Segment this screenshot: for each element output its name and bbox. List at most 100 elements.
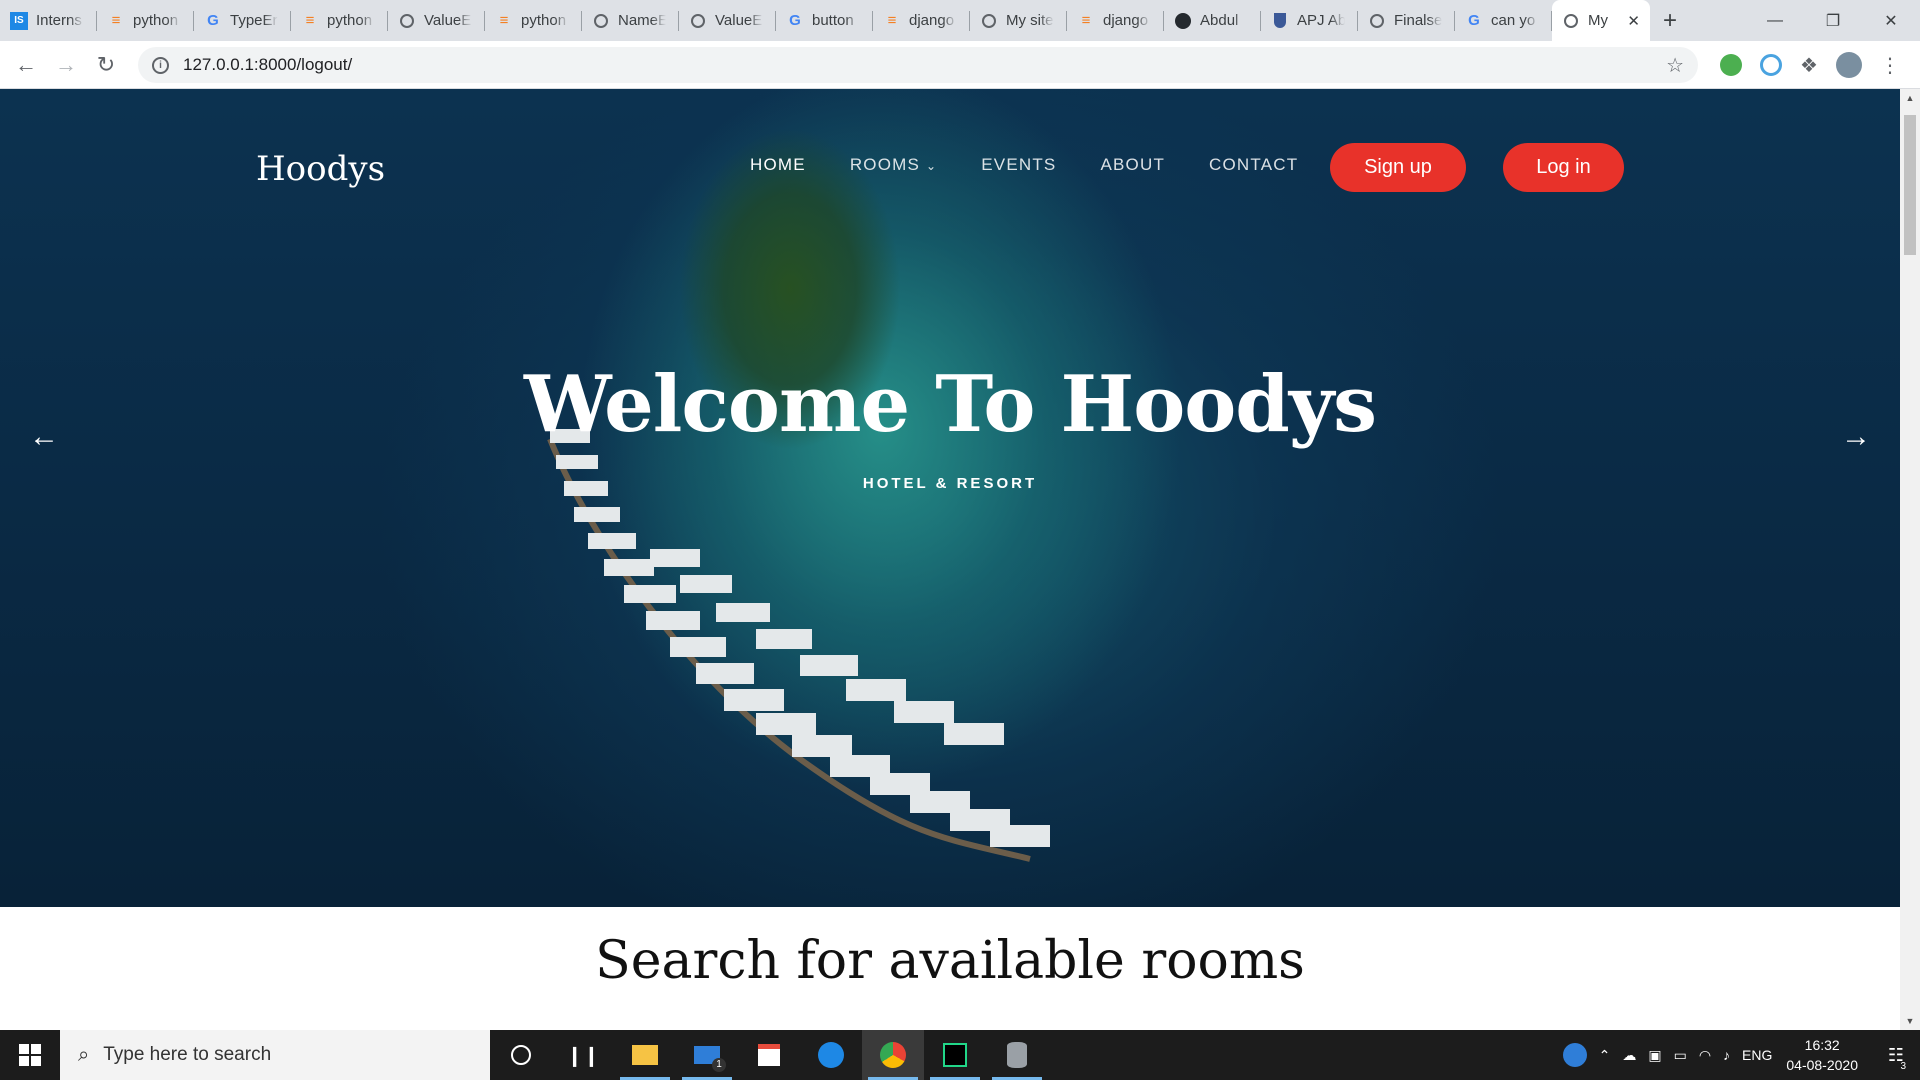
- tab-title: python: [327, 12, 373, 29]
- tab-title: TypeEr: [230, 12, 278, 29]
- browser-tab[interactable]: ≡ python: [485, 0, 582, 41]
- extension-icon[interactable]: [1720, 54, 1742, 76]
- scrollbar-thumb[interactable]: [1904, 115, 1916, 255]
- database-icon[interactable]: [986, 1030, 1048, 1080]
- back-button[interactable]: ←: [6, 45, 46, 85]
- tab-title: Abdul: [1200, 12, 1239, 29]
- bookmark-star-icon[interactable]: ☆: [1666, 53, 1684, 78]
- task-view-icon[interactable]: ❙❙: [552, 1030, 614, 1080]
- carousel-next-arrow-icon[interactable]: →: [1828, 409, 1884, 465]
- main-nav: HOME ROOMS ⌄ EVENTS ABOUT CONTACT: [750, 155, 1342, 175]
- tab-title: My site: [1006, 12, 1054, 29]
- stackoverflow-icon: ≡: [1081, 12, 1091, 29]
- file-explorer-icon[interactable]: [614, 1030, 676, 1080]
- browser-tab[interactable]: Gbutton: [776, 0, 873, 41]
- close-tab-icon[interactable]: ✕: [1627, 12, 1640, 30]
- notifications-icon[interactable]: ☷: [1872, 1045, 1920, 1066]
- browser-tab[interactable]: ValueE: [388, 0, 485, 41]
- puzzle-icon[interactable]: ❖: [1800, 53, 1818, 78]
- new-tab-button[interactable]: +: [1650, 0, 1690, 41]
- extension-icon[interactable]: [1760, 54, 1782, 76]
- menu-icon[interactable]: ⋮: [1880, 53, 1900, 78]
- clock[interactable]: 16:32 04-08-2020: [1786, 1035, 1858, 1075]
- scroll-down-icon[interactable]: ▼: [1900, 1012, 1920, 1030]
- nav-rooms-label: ROOMS: [849, 155, 921, 174]
- cloud-icon[interactable]: ☁: [1622, 1047, 1636, 1064]
- globe-icon: [1562, 12, 1580, 30]
- windows-start-icon[interactable]: [0, 1030, 60, 1080]
- taskbar-search[interactable]: ⌕ Type here to search: [60, 1030, 490, 1080]
- browser-tab[interactable]: ≡ python: [291, 0, 388, 41]
- battery-icon[interactable]: ▭: [1674, 1047, 1687, 1064]
- tab-title: button: [812, 12, 854, 29]
- volume-icon[interactable]: ♪: [1723, 1047, 1730, 1063]
- address-bar[interactable]: i 127.0.0.1:8000/logout/ ☆: [138, 47, 1698, 83]
- taskbar-search-placeholder: Type here to search: [103, 1044, 272, 1065]
- edge-icon[interactable]: [800, 1030, 862, 1080]
- minimize-button[interactable]: —: [1746, 0, 1804, 41]
- globe-icon: [1368, 12, 1386, 30]
- network-icon[interactable]: ▣: [1648, 1047, 1661, 1064]
- stackoverflow-icon: ≡: [305, 12, 315, 29]
- chevron-down-icon: ⌄: [925, 159, 938, 173]
- signup-button[interactable]: Sign up: [1330, 143, 1466, 192]
- search-section: Search for available rooms: [0, 907, 1900, 1030]
- browser-tab[interactable]: Abdul: [1164, 0, 1261, 41]
- nav-about[interactable]: ABOUT: [1100, 155, 1165, 175]
- browser-tab[interactable]: NameE: [582, 0, 679, 41]
- tab-title: can yo: [1491, 12, 1536, 29]
- url-text: 127.0.0.1:8000/logout/: [183, 55, 353, 74]
- site-info-icon[interactable]: i: [152, 56, 169, 74]
- pycharm-icon[interactable]: [924, 1030, 986, 1080]
- browser-tab[interactable]: G TypeEr: [194, 0, 291, 41]
- browser-tab[interactable]: APJ Ab: [1261, 0, 1358, 41]
- scroll-up-icon[interactable]: ▲: [1900, 89, 1920, 107]
- close-window-button[interactable]: ✕: [1862, 0, 1920, 41]
- wifi-icon[interactable]: ◠: [1699, 1047, 1711, 1064]
- tab-title: django: [1103, 12, 1149, 29]
- browser-tab[interactable]: Gcan yo: [1455, 0, 1552, 41]
- globe-icon: [592, 12, 610, 30]
- browser-tab[interactable]: ≡ python: [97, 0, 194, 41]
- nav-home[interactable]: HOME: [750, 155, 806, 175]
- windows-taskbar: ⌕ Type here to search ❙❙ 1 ⌃ ☁ ▣ ▭ ◠ ♪ E…: [0, 1030, 1920, 1080]
- cortana-icon[interactable]: [490, 1030, 552, 1080]
- brand-logo[interactable]: Hoodys: [256, 149, 385, 189]
- system-tray: ⌃ ☁ ▣ ▭ ◠ ♪ ENG 16:32 04-08-2020 ☷ 3: [1562, 1030, 1920, 1080]
- browser-tab[interactable]: My site: [970, 0, 1067, 41]
- mail-icon[interactable]: 1: [676, 1030, 738, 1080]
- notification-count: 3: [1900, 1061, 1906, 1072]
- browser-tab[interactable]: ValueE: [679, 0, 776, 41]
- browser-tab[interactable]: ≡ django: [873, 0, 970, 41]
- chevron-up-icon[interactable]: ⌃: [1599, 1047, 1611, 1064]
- page-scrollbar[interactable]: ▲ ▼: [1900, 89, 1920, 1030]
- browser-tab[interactable]: Finalse: [1358, 0, 1455, 41]
- browser-tab[interactable]: IS Interns: [0, 0, 97, 41]
- window-controls: — ❐ ✕: [1746, 0, 1920, 41]
- globe-icon: [980, 12, 998, 30]
- store-icon[interactable]: [738, 1030, 800, 1080]
- nav-events[interactable]: EVENTS: [981, 155, 1056, 175]
- forward-button[interactable]: →: [46, 45, 86, 85]
- tab-title: python: [133, 12, 179, 29]
- browser-tab[interactable]: ≡ django: [1067, 0, 1164, 41]
- hero-subtitle: HOTEL & RESORT: [862, 475, 1038, 492]
- language-indicator[interactable]: ENG: [1742, 1047, 1772, 1063]
- chrome-icon[interactable]: [862, 1030, 924, 1080]
- tab-strip: IS Interns ≡ python G TypeEr ≡ python ValueE ≡ pyt…: [0, 0, 1920, 41]
- globe-icon: [689, 12, 707, 30]
- carousel-prev-arrow-icon[interactable]: ←: [16, 409, 72, 465]
- tab-title: django: [909, 12, 955, 29]
- stackoverflow-icon: ≡: [499, 12, 509, 29]
- avatar[interactable]: [1835, 52, 1862, 78]
- browser-tab[interactable]: My ✕: [1552, 0, 1650, 41]
- reload-button[interactable]: ↻: [86, 45, 126, 85]
- nav-rooms[interactable]: ROOMS ⌄: [850, 155, 937, 175]
- help-icon[interactable]: [1562, 1043, 1587, 1067]
- google-icon: G: [207, 12, 219, 29]
- tab-title: python: [521, 12, 567, 29]
- nav-contact[interactable]: CONTACT: [1209, 155, 1298, 175]
- restore-button[interactable]: ❐: [1804, 0, 1862, 41]
- login-button[interactable]: Log in: [1503, 143, 1624, 192]
- resort-image: [547, 429, 1050, 862]
